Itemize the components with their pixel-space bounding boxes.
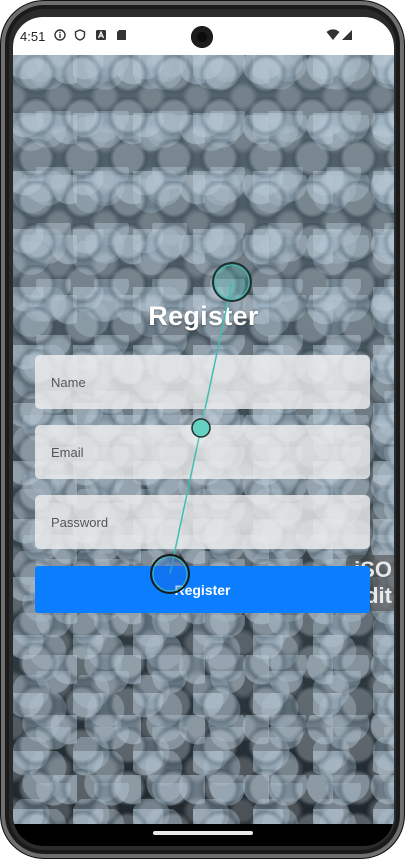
- info-icon: [54, 29, 66, 41]
- email-field[interactable]: [35, 425, 370, 479]
- home-gesture-handle[interactable]: [153, 831, 253, 835]
- a-icon: [95, 29, 107, 41]
- password-field[interactable]: [35, 495, 370, 549]
- cell-signal-icon: [341, 29, 353, 41]
- page-title: Register: [148, 301, 259, 331]
- sd-card-icon: [116, 29, 127, 41]
- status-bar: 4:51: [13, 17, 394, 55]
- navigation-bar: [13, 824, 394, 846]
- device-screen: 4:51 Register Name Email iSO dit Registe…: [13, 17, 394, 846]
- phone-frame: 4:51 Register Name Email iSO dit Registe…: [0, 0, 405, 859]
- status-time: 4:51: [20, 29, 46, 44]
- register-screen: Register iSO dit Register: [13, 55, 394, 846]
- name-input[interactable]: [49, 373, 356, 391]
- register-button[interactable]: Register: [35, 566, 370, 613]
- password-input[interactable]: [49, 513, 356, 531]
- front-camera: [191, 26, 213, 48]
- shield-icon: [74, 29, 86, 41]
- email-input[interactable]: [49, 443, 356, 461]
- wifi-icon: [326, 29, 340, 41]
- name-field[interactable]: [35, 355, 370, 409]
